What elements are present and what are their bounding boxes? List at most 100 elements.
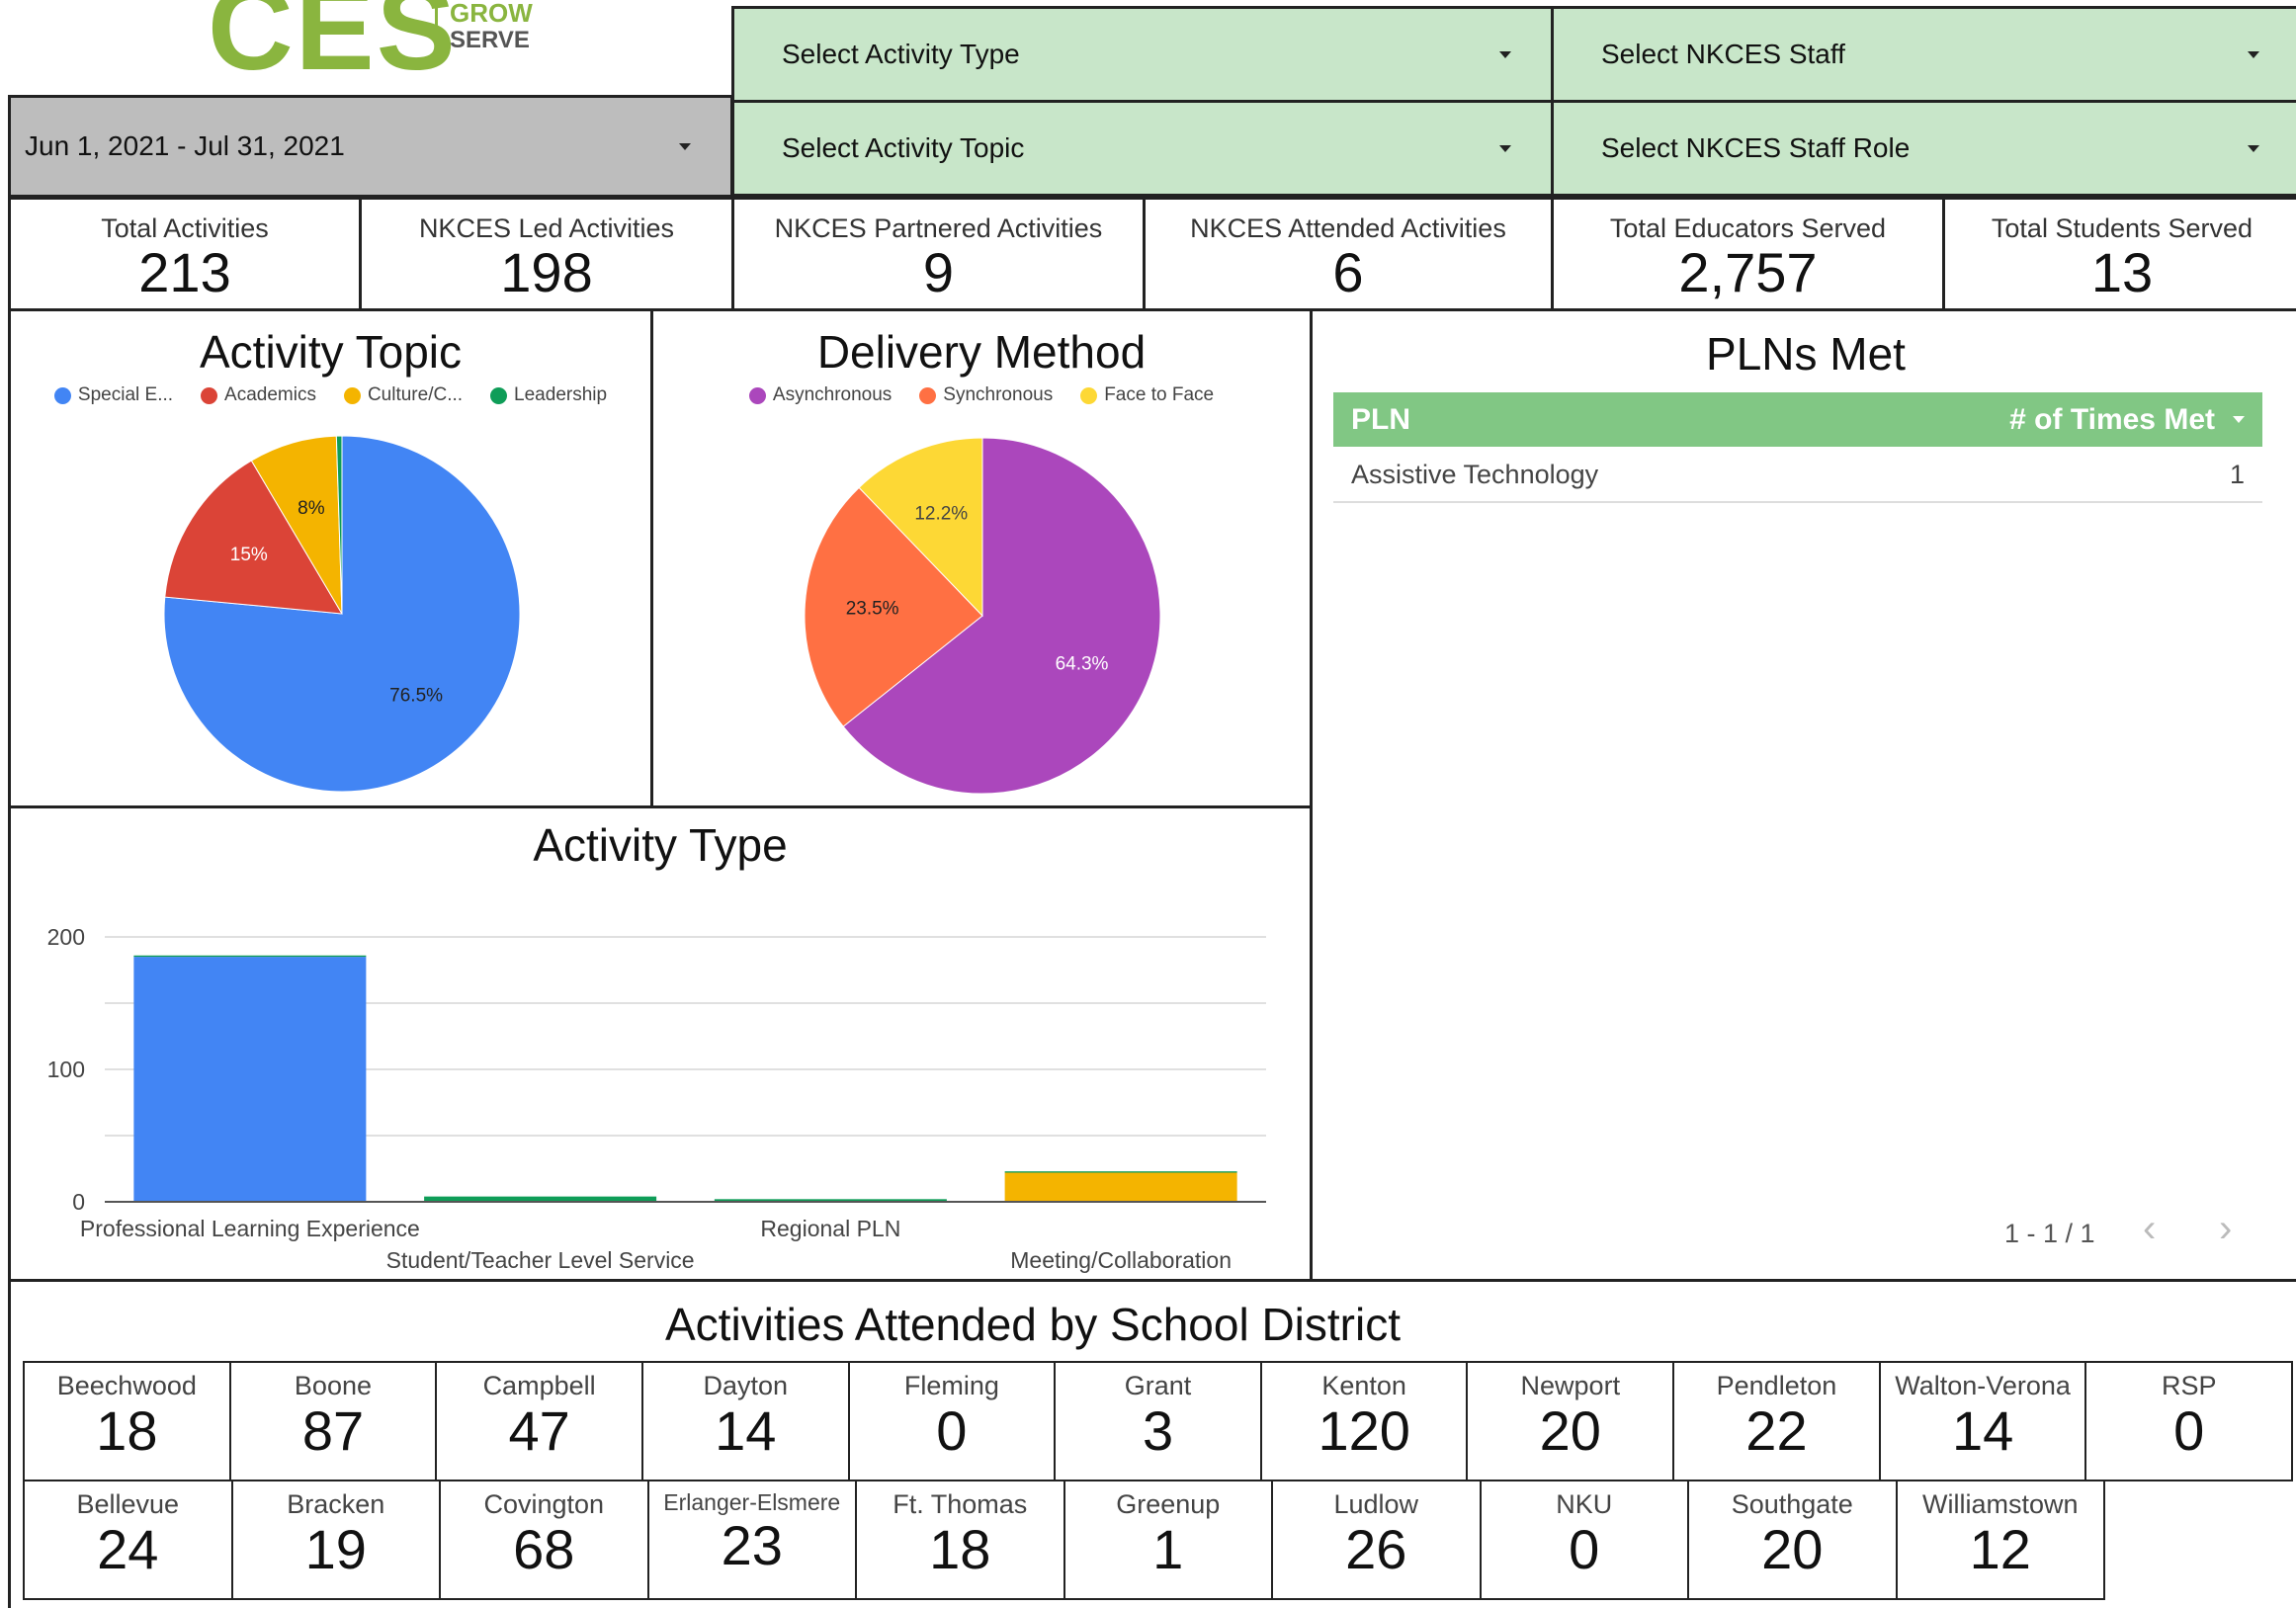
district-name: Bellevue xyxy=(76,1489,180,1519)
district-card: Newport 20 xyxy=(1466,1361,1675,1481)
x-tick-label: Meeting/Collaboration xyxy=(1010,1247,1232,1273)
date-range-value: Jun 1, 2021 - Jul 31, 2021 xyxy=(25,130,345,161)
pln-count: 1 xyxy=(2229,460,2245,489)
district-count: 3 xyxy=(1142,1399,1174,1462)
legend-label: Academics xyxy=(224,384,316,405)
staff-dropdown[interactable]: Select NKCES Staff xyxy=(1551,6,2296,103)
delivery-method-pie-chart: 64.3% 23.5% 12.2% xyxy=(804,437,1161,795)
bar[interactable] xyxy=(133,955,367,958)
kpi-value: 198 xyxy=(500,241,593,303)
district-card: NKU 0 xyxy=(1479,1480,1689,1600)
activity-type-title: Activity Type xyxy=(533,819,788,871)
legend-swatch xyxy=(919,386,937,404)
bar[interactable] xyxy=(133,957,367,1202)
kpi-partnered-activities: NKCES Partnered Activities 9 xyxy=(731,197,1146,311)
plns-met-panel: PLNs Met PLN # of Times Met Assistive Te… xyxy=(1310,308,2296,1282)
pie-data-label: 15% xyxy=(230,545,268,565)
district-card: Grant 3 xyxy=(1054,1361,1262,1481)
district-name: Ludlow xyxy=(1333,1489,1419,1519)
legend-item[interactable]: Culture/C... xyxy=(343,384,463,406)
kpi-label: Total Activities xyxy=(101,213,269,243)
legend-item[interactable]: Special E... xyxy=(53,384,173,406)
legend-item[interactable]: Leadership xyxy=(490,384,607,406)
district-name: Fleming xyxy=(903,1371,999,1400)
district-count: 1 xyxy=(1152,1518,1184,1580)
kpi-value: 6 xyxy=(1332,241,1364,303)
district-name: Ft. Thomas xyxy=(893,1489,1028,1519)
kpi-educators-served: Total Educators Served 2,757 xyxy=(1551,197,1945,311)
legend-swatch xyxy=(53,386,71,404)
bar[interactable] xyxy=(1004,1172,1237,1202)
y-tick-label: 200 xyxy=(47,924,85,950)
kpi-value: 13 xyxy=(2090,241,2154,303)
district-card: Bracken 19 xyxy=(230,1480,441,1600)
legend-item[interactable]: Academics xyxy=(201,384,316,406)
district-count: 26 xyxy=(1345,1518,1407,1580)
district-card: Pendleton 22 xyxy=(1672,1361,1881,1481)
district-count: 20 xyxy=(1539,1399,1601,1462)
bar[interactable] xyxy=(1004,1171,1237,1173)
district-count: 47 xyxy=(508,1399,570,1462)
kpi-attended-activities: NKCES Attended Activities 6 xyxy=(1143,197,1554,311)
district-card: Ludlow 26 xyxy=(1271,1480,1482,1600)
district-name: Pendleton xyxy=(1716,1371,1837,1400)
staff-role-filter-label: Select NKCES Staff Role xyxy=(1601,132,1911,163)
district-name: Greenup xyxy=(1116,1489,1221,1519)
district-name: RSP xyxy=(2161,1371,2217,1400)
activity-topic-dropdown[interactable]: Select Activity Topic xyxy=(731,100,1554,197)
nkces-logo: CES GROW SERVE xyxy=(168,0,603,95)
district-count: 14 xyxy=(715,1399,777,1462)
delivery-method-legend: Asynchronous Synchronous Face to Face xyxy=(653,384,1310,406)
kpi-total-activities: Total Activities 213 xyxy=(8,197,362,311)
delivery-method-title: Delivery Method xyxy=(816,326,1147,378)
chevron-down-icon xyxy=(1499,50,1511,58)
legend-item[interactable]: Synchronous xyxy=(919,384,1053,406)
staff-role-dropdown[interactable]: Select NKCES Staff Role xyxy=(1551,100,2296,197)
district-card: Walton-Verona 14 xyxy=(1878,1361,2087,1481)
district-count: 18 xyxy=(96,1399,158,1462)
district-count: 0 xyxy=(1569,1518,1600,1580)
plns-met-title: PLNs Met xyxy=(1706,328,1906,380)
staff-filter-label: Select NKCES Staff xyxy=(1601,39,1845,69)
district-name: Beechwood xyxy=(56,1371,197,1400)
legend-item[interactable]: Asynchronous xyxy=(748,384,892,406)
kpi-label: NKCES Attended Activities xyxy=(1190,213,1506,243)
sort-desc-icon xyxy=(2233,416,2245,423)
district-card: Southgate 20 xyxy=(1687,1480,1898,1600)
kpi-led-activities: NKCES Led Activities 198 xyxy=(359,197,734,311)
chevron-down-icon xyxy=(2248,50,2259,58)
district-count: 19 xyxy=(304,1518,367,1580)
delivery-method-panel: Delivery Method Asynchronous Synchronous… xyxy=(650,308,1313,808)
legend-label: Synchronous xyxy=(943,384,1054,405)
logo-divider xyxy=(435,0,438,59)
district-count: 14 xyxy=(1951,1399,2014,1462)
district-name: Boone xyxy=(294,1371,372,1400)
pln-table-header: PLN # of Times Met xyxy=(1333,392,2262,447)
pagination-text: 1 - 1 / 1 xyxy=(2004,1219,2095,1248)
district-name: Campbell xyxy=(482,1371,596,1400)
date-range-dropdown[interactable]: Jun 1, 2021 - Jul 31, 2021 xyxy=(8,95,733,198)
logo-text: CES xyxy=(208,0,458,95)
activity-type-dropdown[interactable]: Select Activity Type xyxy=(731,6,1554,103)
pie-data-label: 8% xyxy=(298,498,325,519)
legend-swatch xyxy=(343,386,361,404)
pln-name: Assistive Technology xyxy=(1351,460,1599,489)
district-count: 23 xyxy=(721,1514,783,1576)
district-count: 18 xyxy=(929,1518,991,1580)
legend-label: Face to Face xyxy=(1104,384,1215,405)
times-met-header-label: # of Times Met xyxy=(2009,402,2215,436)
district-count: 12 xyxy=(1969,1518,2031,1580)
district-name: Dayton xyxy=(703,1371,789,1400)
table-row[interactable]: Assistive Technology 1 xyxy=(1333,449,2262,503)
activity-type-bar-chart: 0 100 200 Professional Learning Experience S… xyxy=(47,924,1266,1273)
legend-item[interactable]: Face to Face xyxy=(1080,384,1214,406)
times-met-column-header[interactable]: # of Times Met xyxy=(2009,403,2245,437)
chevron-right-icon[interactable]: › xyxy=(2219,1207,2232,1251)
activity-type-panel: Activity Type 0 100 200 Professional Learni… xyxy=(8,805,1313,1282)
pln-column-header[interactable]: PLN xyxy=(1351,403,1410,437)
district-name: Covington xyxy=(483,1489,605,1519)
chevron-left-icon[interactable]: ‹ xyxy=(2143,1207,2156,1251)
kpi-students-served: Total Students Served 13 xyxy=(1942,197,2296,311)
x-tick-label: Student/Teacher Level Service xyxy=(386,1247,695,1273)
x-tick-label: Regional PLN xyxy=(760,1216,900,1241)
